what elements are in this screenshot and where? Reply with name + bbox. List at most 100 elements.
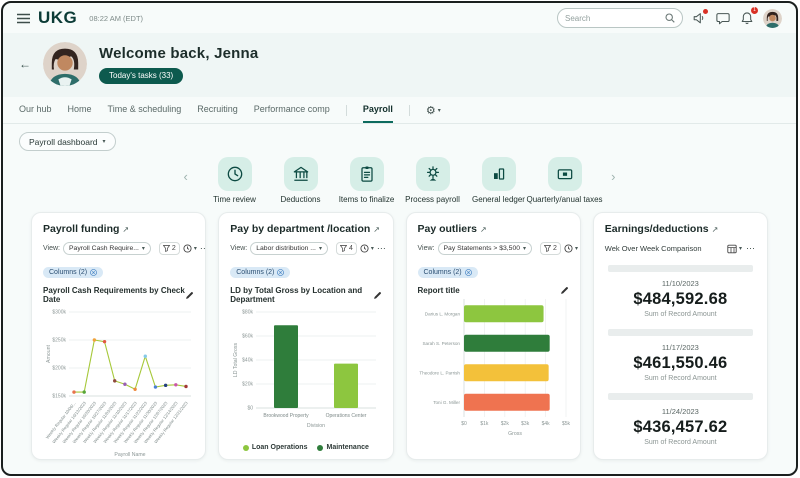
svg-text:Division: Division bbox=[307, 423, 325, 429]
card-title: Pay outliers bbox=[418, 223, 478, 235]
svg-text:$60k: $60k bbox=[242, 334, 253, 340]
stat-divider-bar bbox=[608, 329, 753, 336]
edit-pencil-icon[interactable] bbox=[560, 286, 569, 295]
tab-recruiting[interactable]: Recruiting bbox=[197, 104, 238, 123]
todays-tasks-button[interactable]: Today's tasks (33) bbox=[99, 68, 183, 84]
more-menu-button[interactable]: ⋯ bbox=[200, 243, 206, 254]
svg-text:$1k: $1k bbox=[480, 421, 489, 427]
page-title: Welcome back, Jenna bbox=[99, 45, 258, 62]
announcements-icon[interactable] bbox=[691, 10, 707, 26]
history-button[interactable]: ▾ bbox=[360, 244, 374, 253]
chat-icon[interactable] bbox=[715, 10, 731, 26]
svg-text:$150k: $150k bbox=[52, 394, 66, 400]
chevron-down-icon: ▾ bbox=[194, 245, 197, 252]
view-dropdown[interactable]: Payroll Cash Require... ▾ bbox=[63, 242, 151, 255]
stat-week-3: 11/24/2023 $436,457.62 Sum of Record Amo… bbox=[605, 393, 756, 446]
search-icon bbox=[665, 13, 675, 23]
bell-badge: 1 bbox=[751, 7, 758, 14]
notification-dot bbox=[703, 9, 708, 14]
close-icon[interactable] bbox=[277, 269, 284, 276]
external-link-icon[interactable]: ↗ bbox=[373, 225, 380, 234]
pay-outliers-hbar-chart: $0$1k$2k$3k$4k$5kDarius L. MorganSarah S… bbox=[418, 295, 570, 439]
filter-button[interactable]: 2 bbox=[159, 242, 180, 255]
stat-divider-bar bbox=[608, 393, 753, 400]
card-payroll-funding: Payroll funding ↗ View: Payroll Cash Req… bbox=[31, 212, 206, 460]
card-earnings-deductions: Earnings/deductions ↗ Wek Over Week Comp… bbox=[593, 212, 768, 460]
tab-time-scheduling[interactable]: Time & scheduling bbox=[108, 104, 182, 123]
external-link-icon[interactable]: ↗ bbox=[480, 225, 487, 234]
more-menu-button[interactable]: ⋯ bbox=[746, 243, 756, 254]
close-icon[interactable] bbox=[465, 269, 472, 276]
edit-pencil-icon[interactable] bbox=[185, 291, 194, 300]
carousel-prev-icon[interactable]: ‹ bbox=[184, 169, 188, 184]
stat-week-1: 11/10/2023 $484,592.68 Sum of Record Amo… bbox=[605, 265, 756, 318]
columns-chip[interactable]: Columns (2) bbox=[43, 267, 103, 278]
view-dropdown[interactable]: Labor distribution ... ▾ bbox=[250, 242, 328, 255]
quarterly-taxes-icon bbox=[548, 157, 582, 191]
columns-chip[interactable]: Columns (2) bbox=[418, 267, 478, 278]
chevron-down-icon: ▾ bbox=[739, 245, 742, 252]
dashboard-selector[interactable]: Payroll dashboard ▾ bbox=[19, 132, 116, 151]
carousel-item-process-payroll[interactable]: Process payroll bbox=[400, 157, 466, 204]
carousel-item-general-ledger[interactable]: General ledger bbox=[466, 157, 532, 204]
chevron-down-icon: ▾ bbox=[371, 245, 374, 252]
svg-text:Toni G. Miller: Toni G. Miller bbox=[433, 400, 460, 405]
welcome-avatar bbox=[43, 42, 87, 86]
table-view-button[interactable]: ▾ bbox=[727, 244, 742, 254]
filter-button[interactable]: 4 bbox=[336, 242, 357, 255]
external-link-icon[interactable]: ↗ bbox=[712, 225, 719, 234]
comparison-label: Wek Over Week Comparison bbox=[605, 244, 702, 253]
stat-caption: Sum of Record Amount bbox=[605, 439, 756, 446]
carousel-item-deductions[interactable]: Deductions bbox=[268, 157, 334, 204]
chevron-down-icon: ▾ bbox=[103, 138, 106, 145]
svg-text:Gross: Gross bbox=[508, 431, 522, 437]
svg-text:$40k: $40k bbox=[242, 358, 253, 364]
view-dropdown[interactable]: Pay Statements > $3,500 ▾ bbox=[438, 242, 533, 255]
chevron-down-icon: ▾ bbox=[575, 245, 578, 252]
stat-date: 11/10/2023 bbox=[605, 279, 756, 288]
chevron-down-icon: ▾ bbox=[523, 245, 526, 252]
stat-date: 11/24/2023 bbox=[605, 407, 756, 416]
quick-actions-carousel: ‹ Time review Deductions Items to finali… bbox=[3, 157, 796, 204]
card-pay-by-department: Pay by department /location ↗ View: Labo… bbox=[218, 212, 393, 460]
tab-payroll[interactable]: Payroll bbox=[363, 104, 393, 123]
stat-amount: $436,457.62 bbox=[605, 418, 756, 437]
close-icon[interactable] bbox=[90, 269, 97, 276]
carousel-next-icon[interactable]: › bbox=[611, 169, 615, 184]
user-avatar[interactable] bbox=[763, 9, 782, 28]
edit-pencil-icon[interactable] bbox=[373, 291, 382, 300]
back-arrow-icon[interactable]: ← bbox=[19, 57, 31, 71]
carousel-item-items-to-finalize[interactable]: Items to finalize bbox=[334, 157, 400, 204]
svg-text:Payroll Name: Payroll Name bbox=[114, 452, 145, 458]
time-review-icon bbox=[218, 157, 252, 191]
svg-text:Brookwood Property: Brookwood Property bbox=[264, 413, 310, 419]
more-menu-button[interactable]: ⋯ bbox=[377, 243, 387, 254]
clock-icon bbox=[183, 244, 192, 253]
external-link-icon[interactable]: ↗ bbox=[122, 225, 129, 234]
filter-button[interactable]: 2 bbox=[540, 242, 561, 255]
history-button[interactable]: ▾ bbox=[564, 244, 578, 253]
chevron-down-icon: ▾ bbox=[319, 245, 322, 252]
svg-text:Theodore L. Parrish: Theodore L. Parrish bbox=[419, 370, 460, 375]
stat-caption: Sum of Record Amount bbox=[605, 311, 756, 318]
search-input[interactable] bbox=[565, 14, 661, 23]
search-bar[interactable] bbox=[557, 8, 683, 28]
svg-text:$0: $0 bbox=[461, 421, 467, 427]
tab-performance-comp[interactable]: Performance comp bbox=[254, 104, 330, 123]
carousel-item-quarterly-taxes[interactable]: Quarterly/anual taxes bbox=[532, 157, 598, 204]
clock-icon bbox=[564, 244, 573, 253]
tab-home[interactable]: Home bbox=[68, 104, 92, 123]
tab-our-hub[interactable]: Our hub bbox=[19, 104, 52, 123]
history-button[interactable]: ▾ bbox=[183, 244, 197, 253]
nav-settings-button[interactable]: ⚙ ▾ bbox=[426, 104, 441, 123]
chart-title: Payroll Cash Requirements by Check Date bbox=[43, 286, 185, 304]
hamburger-menu-icon[interactable] bbox=[17, 13, 30, 24]
bell-icon[interactable]: 1 bbox=[739, 10, 755, 26]
columns-chip[interactable]: Columns (2) bbox=[230, 267, 290, 278]
carousel-item-time-review[interactable]: Time review bbox=[202, 157, 268, 204]
topbar: UKG 08:22 AM (EDT) 1 bbox=[3, 3, 796, 33]
svg-text:LD Total Gross: LD Total Gross bbox=[233, 342, 239, 377]
card-title: Earnings/deductions bbox=[605, 223, 709, 235]
welcome-header: ← Welcome back, Jenna Today's tasks (33) bbox=[3, 33, 796, 97]
card-pay-outliers: Pay outliers ↗ View: Pay Statements > $3… bbox=[406, 212, 581, 460]
